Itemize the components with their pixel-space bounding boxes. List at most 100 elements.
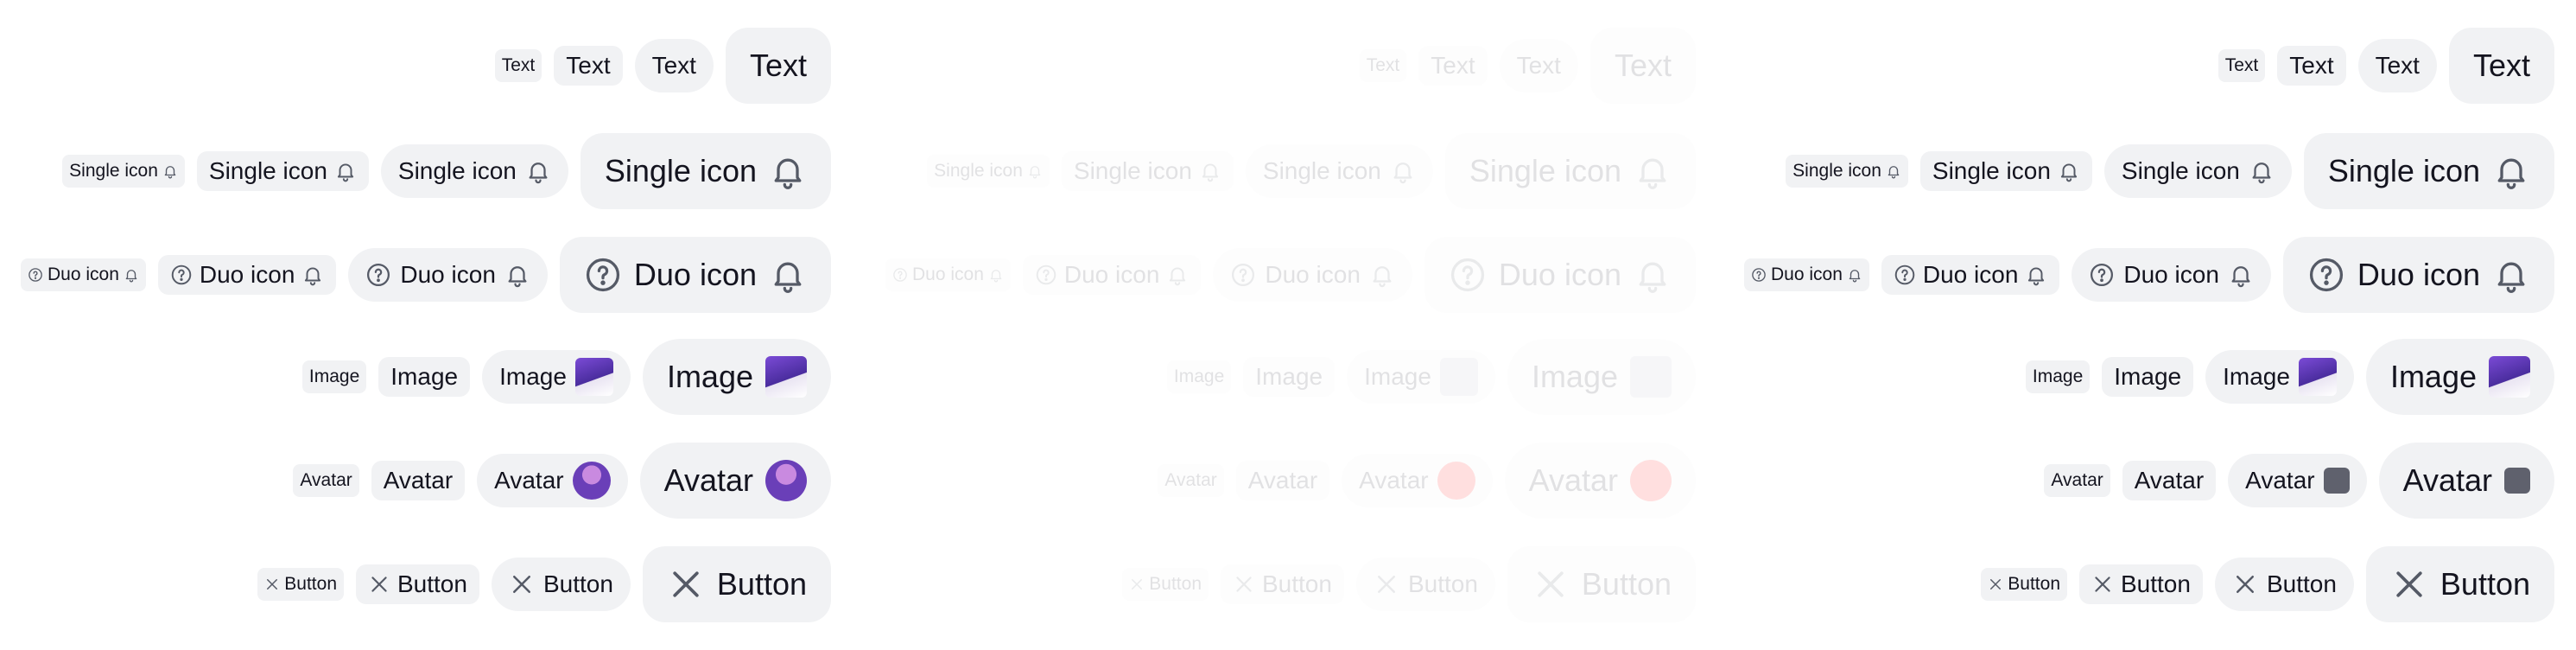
- help-circle-icon: [892, 267, 908, 283]
- image-thumbnail: [765, 356, 807, 398]
- button-chip-xs[interactable]: Button: [1981, 568, 2067, 601]
- text-chip-xs[interactable]: Text: [2218, 49, 2266, 82]
- single-icon-chip-row: Single icon Single icon Single icon Single …: [927, 131, 1696, 211]
- image-chip-md[interactable]: Image: [2205, 350, 2354, 404]
- avatar: [572, 462, 611, 500]
- image-chip-sm[interactable]: Image: [378, 357, 471, 397]
- button-chip-sm: Button: [1221, 564, 1344, 604]
- chip-label: Button: [2266, 570, 2337, 597]
- close-icon: [667, 565, 705, 603]
- text-chip-sm[interactable]: Text: [2277, 46, 2346, 86]
- image-chip-row: Image Image Image Image: [301, 337, 831, 417]
- avatar-chip-lg[interactable]: Avatar: [639, 443, 831, 519]
- text-chip-lg[interactable]: Text: [725, 28, 831, 104]
- chip-label: Avatar: [300, 470, 352, 490]
- chip-label: Text: [749, 48, 807, 83]
- duo-icon-chip-md[interactable]: Duo icon: [348, 248, 548, 302]
- avatar-chip-md[interactable]: Avatar: [2228, 454, 2367, 507]
- duo-icon-chip-xs[interactable]: Duo icon: [20, 258, 146, 291]
- image-chip-xs[interactable]: Image: [2025, 360, 2091, 393]
- close-icon: [509, 571, 535, 597]
- single-icon-chip-sm[interactable]: Single icon: [1919, 151, 2092, 191]
- chip-label: Button: [542, 570, 613, 597]
- image-chip-xs[interactable]: Image: [301, 360, 367, 393]
- button-chip-xs[interactable]: Button: [257, 568, 344, 601]
- button-chip-lg[interactable]: Button: [642, 546, 831, 622]
- duo-icon-chip-sm[interactable]: Duo icon: [1881, 255, 2060, 295]
- duo-icon-chip-md[interactable]: Duo icon: [2072, 248, 2271, 302]
- bell-icon: [1369, 262, 1395, 288]
- duo-icon-chip-xs[interactable]: Duo icon: [1743, 258, 1869, 291]
- avatar: [2323, 468, 2350, 494]
- chip-label: Image: [2114, 363, 2182, 390]
- image-chip-lg[interactable]: Image: [642, 339, 831, 415]
- duo-icon-chip-md: Duo icon: [1213, 248, 1412, 302]
- chip-label: Single icon: [397, 157, 517, 184]
- avatar-chip-row: Avatar Avatar Avatar Avatar: [1158, 441, 1696, 520]
- text-chip-sm[interactable]: Text: [554, 46, 623, 86]
- chip-panel-alternate: Text Text Text Text Single icon Single icon Si…: [1723, 0, 2570, 650]
- chip-label: Button: [284, 574, 337, 594]
- image-chip-md[interactable]: Image: [482, 350, 631, 404]
- duo-icon-chip-sm[interactable]: Duo icon: [157, 255, 337, 295]
- chip-label: Single icon: [1262, 157, 1381, 184]
- chip-label: Duo icon: [1922, 261, 2019, 288]
- text-chip-md[interactable]: Text: [634, 39, 714, 92]
- button-chip-lg[interactable]: Button: [2365, 546, 2554, 622]
- button-chip-sm[interactable]: Button: [2079, 564, 2203, 604]
- single-icon-chip-md[interactable]: Single icon: [380, 144, 568, 198]
- image-chip-sm[interactable]: Image: [2102, 357, 2194, 397]
- chip-label: Image: [2223, 363, 2290, 390]
- text-chip-xs[interactable]: Text: [494, 49, 542, 82]
- avatar-chip-xs[interactable]: Avatar: [2044, 464, 2110, 497]
- bell-icon: [2228, 262, 2254, 288]
- image-thumbnail: [2298, 358, 2337, 396]
- avatar: [1630, 460, 1672, 501]
- single-icon-chip-xs[interactable]: Single icon: [62, 155, 185, 188]
- avatar-chip-xs[interactable]: Avatar: [293, 464, 359, 497]
- chip-label: Avatar: [2245, 467, 2315, 494]
- text-chip-md[interactable]: Text: [2357, 39, 2437, 92]
- duo-icon-chip-lg[interactable]: Duo icon: [559, 237, 831, 313]
- chip-label: Text: [2289, 52, 2334, 79]
- chip-label: Button: [1581, 566, 1672, 602]
- avatar-chip-lg[interactable]: Avatar: [2378, 443, 2554, 519]
- text-chip-lg[interactable]: Text: [2448, 28, 2554, 104]
- chip-label: Avatar: [2134, 467, 2205, 494]
- single-icon-chip-sm[interactable]: Single icon: [196, 151, 369, 191]
- text-chip-xs: Text: [1359, 49, 1407, 82]
- chip-label: Avatar: [1164, 470, 1217, 490]
- chip-label: Image: [1531, 359, 1618, 394]
- chip-label: Duo icon: [1063, 261, 1160, 288]
- chip-label: Text: [2375, 52, 2420, 79]
- avatar-chip-md[interactable]: Avatar: [477, 454, 628, 507]
- avatar-chip-sm[interactable]: Avatar: [371, 461, 466, 500]
- avatar-chip-sm[interactable]: Avatar: [2122, 461, 2217, 500]
- close-icon: [1532, 565, 1570, 603]
- chip-label: Duo icon: [911, 264, 984, 284]
- image-thumbnail: [2489, 356, 2530, 398]
- chip-label: Duo icon: [1265, 261, 1361, 288]
- single-icon-chip-lg[interactable]: Single icon: [2303, 133, 2554, 209]
- button-chip-sm[interactable]: Button: [356, 564, 479, 604]
- button-chip-md[interactable]: Button: [2214, 558, 2354, 611]
- chip-label: Duo icon: [400, 261, 496, 288]
- single-icon-chip-xs[interactable]: Single icon: [1786, 155, 1908, 188]
- image-chip-lg: Image: [1507, 339, 1696, 415]
- image-chip-lg[interactable]: Image: [2365, 339, 2554, 415]
- single-icon-chip-xs: Single icon: [927, 155, 1050, 188]
- chip-label: Duo icon: [199, 261, 295, 288]
- help-circle-icon: [1449, 256, 1487, 294]
- single-icon-chip-lg[interactable]: Single icon: [580, 133, 831, 209]
- close-icon: [368, 573, 390, 596]
- help-circle-icon: [1230, 262, 1256, 288]
- chip-label: Text: [651, 52, 696, 79]
- button-chip-md[interactable]: Button: [491, 558, 631, 611]
- avatar-chip-lg: Avatar: [1504, 443, 1696, 519]
- chip-label: Text: [566, 52, 611, 79]
- bell-icon: [124, 267, 139, 283]
- bell-icon: [1199, 160, 1221, 182]
- duo-icon-chip-lg[interactable]: Duo icon: [2282, 237, 2554, 313]
- chip-label: Duo icon: [2123, 261, 2219, 288]
- single-icon-chip-md[interactable]: Single icon: [2103, 144, 2292, 198]
